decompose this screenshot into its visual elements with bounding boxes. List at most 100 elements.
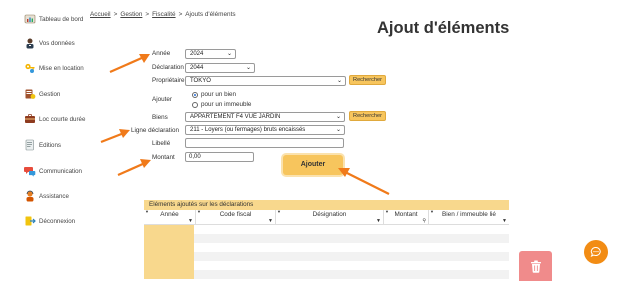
amount-input[interactable]: 0,00	[185, 152, 254, 162]
radio-label: pour un immeuble	[201, 101, 252, 108]
sidebar-item-label: Loc courte durée	[39, 115, 86, 123]
breadcrumb-tax-link[interactable]: Fiscalité	[152, 11, 175, 18]
owner-label: Propriétaire	[152, 77, 185, 84]
breadcrumb-current: Ajouts d'éléments	[185, 11, 236, 18]
add-for-label: Ajouter	[152, 96, 172, 103]
owner-select[interactable]: TOKYO ⌄	[185, 76, 346, 86]
communication-icon	[24, 165, 36, 177]
sidebar-item-label: Mise en location	[39, 64, 84, 72]
table-row	[144, 261, 509, 270]
property-select-value: APPARTEMENT F4 VUE JARDIN	[190, 114, 281, 120]
sidebar-item-short-term[interactable]: Loc courte durée	[24, 113, 85, 125]
chevron-down-icon: ⌄	[226, 51, 232, 57]
sidebar-item-label: Vos données	[39, 39, 75, 47]
chevron-down-icon: ⌄	[335, 114, 341, 120]
sort-marker-icon: ▼	[145, 209, 149, 214]
add-for-building-radio[interactable]: pour un immeuble	[192, 101, 251, 108]
editions-icon	[24, 139, 36, 151]
sort-marker-icon: ▼	[430, 209, 434, 214]
property-label: Biens	[152, 114, 168, 121]
delete-button[interactable]	[519, 251, 552, 281]
sidebar-item-rental[interactable]: Mise en location	[24, 62, 84, 74]
annotation-arrow-year	[109, 54, 150, 74]
amount-label: Montant	[152, 154, 175, 161]
sidebar-item-label: Editions	[39, 141, 62, 149]
page-title: Ajout d'éléments	[377, 19, 510, 37]
add-for-property-radio[interactable]: pour un bien	[192, 91, 236, 98]
declaration-line-label: Ligne déclaration	[131, 127, 179, 134]
table-row	[144, 225, 509, 234]
column-header-label: Code fiscal	[219, 211, 252, 218]
sidebar-item-label: Tableau de bord	[39, 15, 84, 23]
declaration-label: Déclaration	[152, 64, 184, 71]
management-icon	[24, 88, 36, 100]
sidebar-item-label: Assistance	[39, 192, 69, 200]
chevron-down-icon: ⌄	[335, 127, 341, 133]
column-header-designation[interactable]: ▼ Désignation ▼	[276, 210, 384, 225]
column-header-amount[interactable]: ▼ Montant ⚲	[384, 210, 429, 225]
declaration-select-value: 2044	[190, 65, 204, 71]
added-elements-table: Eléments ajoutés sur les déclarations ▼ …	[144, 200, 509, 281]
assistance-icon	[24, 190, 36, 202]
breadcrumb-home-link[interactable]: Accueil	[90, 11, 111, 18]
sidebar-item-your-data[interactable]: Vos données	[24, 37, 75, 49]
wording-label: Libellé	[152, 140, 171, 147]
breadcrumb-separator: >	[178, 11, 183, 18]
table-row	[144, 252, 509, 261]
radio-checked-icon	[192, 91, 198, 98]
radio-unchecked-icon	[192, 101, 198, 108]
logout-icon	[24, 215, 36, 227]
column-header-label: Année	[160, 211, 179, 218]
sort-down-icon: ▼	[376, 218, 381, 224]
declaration-select[interactable]: 2044 ⌄	[185, 63, 255, 73]
property-select[interactable]: APPARTEMENT F4 VUE JARDIN ⌄	[185, 112, 345, 122]
annotation-arrow-amount	[117, 159, 151, 177]
sidebar-item-label: Gestion	[39, 90, 61, 98]
column-header-label: Bien / immeuble lié	[442, 211, 496, 218]
chevron-down-icon: ⌄	[336, 78, 342, 84]
dashboard-icon	[24, 13, 36, 25]
column-header-label: Montant	[394, 211, 418, 218]
sidebar-item-dashboard[interactable]: Tableau de bord	[24, 13, 83, 25]
breadcrumb-management-link[interactable]: Gestion	[120, 11, 142, 18]
table-row	[144, 270, 509, 279]
sidebar-item-communication[interactable]: Communication	[24, 165, 82, 177]
annotation-arrow-add-button	[338, 168, 390, 195]
column-header-linked-property[interactable]: ▼ Bien / immeuble lié ▼	[429, 210, 509, 225]
sidebar-item-assistance[interactable]: Assistance	[24, 190, 69, 202]
user-data-icon	[24, 37, 36, 49]
year-select[interactable]: 2024 ⌄	[185, 49, 236, 59]
sort-marker-icon: ▼	[197, 209, 201, 214]
breadcrumb-separator: >	[113, 11, 118, 18]
sidebar-item-label: Déconnexion	[39, 217, 76, 225]
sort-marker-icon: ▼	[277, 209, 281, 214]
sidebar: Tableau de bord Vos données Mise en loca…	[0, 0, 110, 281]
property-search-button[interactable]: Rechercher	[349, 111, 386, 121]
page: Tableau de bord Vos données Mise en loca…	[0, 0, 619, 281]
trash-icon	[530, 260, 541, 273]
owner-search-button[interactable]: Rechercher	[349, 75, 386, 85]
table-row	[144, 243, 509, 252]
sidebar-item-management[interactable]: Gestion	[24, 88, 60, 100]
wording-input[interactable]	[185, 138, 344, 148]
sidebar-item-logout[interactable]: Déconnexion	[24, 215, 75, 227]
declaration-line-select[interactable]: 211 - Loyers (ou fermages) bruts encaiss…	[185, 125, 345, 135]
short-term-rental-icon	[24, 113, 36, 125]
sort-marker-icon: ▼	[385, 209, 389, 214]
column-header-year[interactable]: ▼ Année ▼	[144, 210, 196, 225]
radio-label: pour un bien	[201, 91, 237, 98]
add-button[interactable]: Ajouter	[283, 155, 343, 175]
table-row	[144, 234, 509, 243]
table-body	[144, 225, 509, 281]
owner-select-value: TOKYO	[190, 78, 211, 84]
column-header-label: Désignation	[312, 211, 347, 218]
column-header-tax-code[interactable]: ▼ Code fiscal ▼	[196, 210, 276, 225]
declaration-line-select-value: 211 - Loyers (ou fermages) bruts encaiss…	[190, 127, 306, 133]
chat-button[interactable]	[584, 240, 608, 264]
chat-bubble-icon	[590, 246, 601, 258]
chevron-down-icon: ⌄	[245, 65, 251, 71]
sort-down-icon: ▼	[188, 218, 193, 224]
sidebar-item-editions[interactable]: Editions	[24, 139, 61, 151]
breadcrumb: Accueil > Gestion > Fiscalité > Ajouts d'éléme…	[90, 11, 236, 18]
breadcrumb-separator: >	[145, 11, 150, 18]
